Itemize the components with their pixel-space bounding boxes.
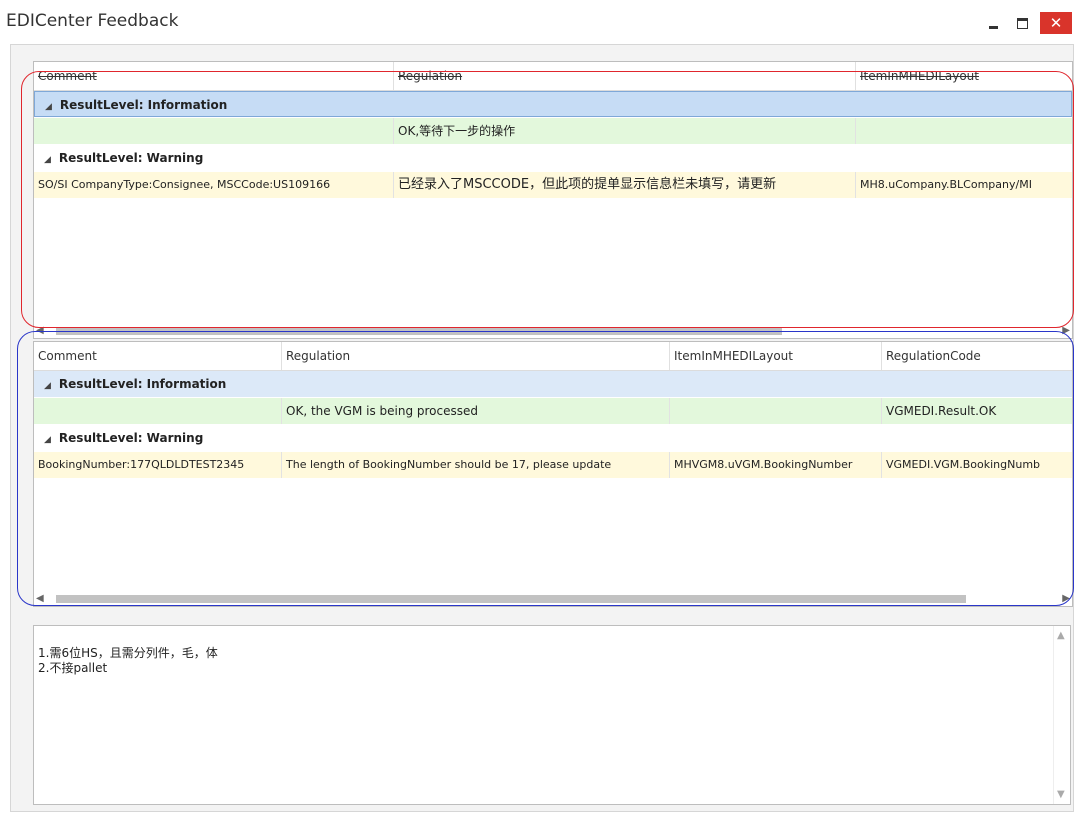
column-header-item-in-mhedi-layout[interactable]: ItemInMHEDILayout <box>670 342 882 370</box>
main-panel: Comment Regulation ItemInMHEDILayout ◢ Re… <box>10 44 1074 812</box>
notes-line-2: 2.不接pallet <box>38 661 108 675</box>
triangle-down-icon[interactable]: ◢ <box>45 94 52 120</box>
group-row-information[interactable]: ◢ ResultLevel: Information <box>34 371 1072 397</box>
close-icon: ✕ <box>1049 14 1063 32</box>
group-title: ResultLevel: Warning <box>58 431 204 445</box>
cell-comment[interactable]: SO/SI CompanyType:Consignee, MSCCode:US1… <box>34 172 394 198</box>
group-row-information[interactable]: ◢ ResultLevel: Information <box>34 91 1072 117</box>
group-label: ◢ ResultLevel: Warning <box>34 425 1072 453</box>
cell-item[interactable] <box>670 398 882 424</box>
window-title: EDICenter Feedback <box>6 11 179 31</box>
group-title: ResultLevel: Warning <box>58 151 204 165</box>
column-header-comment[interactable]: Comment <box>34 62 394 90</box>
triangle-down-icon[interactable]: ◢ <box>44 147 51 173</box>
cell-regulation-code[interactable]: VGMEDI.Result.OK <box>882 398 1072 424</box>
triangle-down-icon[interactable]: ◢ <box>44 373 51 399</box>
table-row[interactable]: BookingNumber:177QLDLDTEST2345 The lengt… <box>34 452 1072 478</box>
cell-comment[interactable]: BookingNumber:177QLDLDTEST2345 <box>34 452 282 478</box>
table-row[interactable]: OK,等待下一步的操作 <box>34 118 1072 144</box>
notes-text: 1.需6位HS，且需分列件，毛，体 2.不接pallet <box>38 646 218 676</box>
feedback-grid-top: Comment Regulation ItemInMHEDILayout ◢ Re… <box>33 61 1073 339</box>
column-header-item-in-mhedi-layout[interactable]: ItemInMHEDILayout <box>856 62 1072 90</box>
cell-regulation[interactable]: 已经录入了MSCCODE，但此项的提单显示信息栏未填写，请更新 <box>394 172 856 198</box>
scroll-right-icon[interactable]: ▶ <box>1062 592 1070 606</box>
horizontal-scrollbar[interactable]: ◀ ▶ <box>34 592 1072 606</box>
horizontal-scrollbar[interactable]: ◀ ▶ <box>34 324 1072 338</box>
group-row-warning[interactable]: ◢ ResultLevel: Warning <box>34 425 1072 451</box>
scroll-up-icon[interactable]: ▲ <box>1057 630 1065 641</box>
cell-item[interactable]: MH8.uCompany.BLCompany/MI <box>856 172 1072 198</box>
scroll-left-icon[interactable]: ◀ <box>36 592 44 606</box>
group-label: ◢ ResultLevel: Information <box>35 92 1071 120</box>
close-button[interactable]: ✕ <box>1040 12 1072 34</box>
scroll-left-icon[interactable]: ◀ <box>36 324 44 338</box>
scrollbar-thumb[interactable] <box>56 595 966 603</box>
column-header-regulation[interactable]: Regulation <box>282 342 670 370</box>
cell-comment[interactable] <box>34 398 282 424</box>
notes-line-1: 1.需6位HS，且需分列件，毛，体 <box>38 646 218 660</box>
group-label: ◢ ResultLevel: Information <box>34 371 1072 399</box>
cell-regulation[interactable]: OK,等待下一步的操作 <box>394 118 856 144</box>
column-header-regulation[interactable]: Regulation <box>394 62 856 90</box>
group-title: ResultLevel: Information <box>58 377 227 391</box>
group-label: ◢ ResultLevel: Warning <box>34 145 1072 173</box>
group-row-warning[interactable]: ◢ ResultLevel: Warning <box>34 145 1072 171</box>
feedback-grid-bottom: Comment Regulation ItemInMHEDILayout Reg… <box>33 341 1073 607</box>
table-row[interactable]: OK, the VGM is being processed VGMEDI.Re… <box>34 398 1072 424</box>
scroll-down-icon[interactable]: ▼ <box>1057 789 1065 800</box>
window-titlebar: EDICenter Feedback ✕ <box>0 0 1074 44</box>
minimize-icon <box>988 25 998 29</box>
notes-textarea[interactable]: 1.需6位HS，且需分列件，毛，体 2.不接pallet ▲ ▼ <box>33 625 1071 805</box>
column-header-comment[interactable]: Comment <box>34 342 282 370</box>
maximize-button[interactable] <box>1009 12 1035 34</box>
triangle-down-icon[interactable]: ◢ <box>44 427 51 453</box>
cell-item[interactable]: MHVGM8.uVGM.BookingNumber <box>670 452 882 478</box>
grid-header: Comment Regulation ItemInMHEDILayout <box>34 62 1072 91</box>
scroll-right-icon[interactable]: ▶ <box>1062 324 1070 338</box>
cell-comment[interactable] <box>34 118 394 144</box>
vertical-scrollbar[interactable]: ▲ ▼ <box>1053 626 1070 804</box>
group-title: ResultLevel: Information <box>59 98 228 112</box>
scrollbar-thumb[interactable] <box>56 327 782 335</box>
column-header-regulation-code[interactable]: RegulationCode <box>882 342 1072 370</box>
maximize-icon <box>1016 17 1028 29</box>
cell-regulation-code[interactable]: VGMEDI.VGM.BookingNumb <box>882 452 1072 478</box>
table-row[interactable]: SO/SI CompanyType:Consignee, MSCCode:US1… <box>34 172 1072 198</box>
grid-header: Comment Regulation ItemInMHEDILayout Reg… <box>34 342 1072 371</box>
cell-regulation[interactable]: The length of BookingNumber should be 17… <box>282 452 670 478</box>
cell-regulation[interactable]: OK, the VGM is being processed <box>282 398 670 424</box>
cell-item[interactable] <box>856 118 1072 144</box>
minimize-button[interactable] <box>980 12 1006 34</box>
